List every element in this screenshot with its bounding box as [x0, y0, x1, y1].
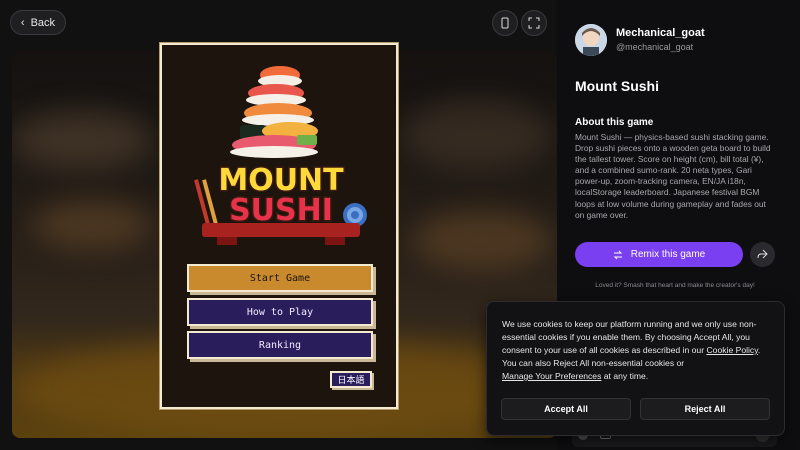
cookie-text: We use cookies to keep our platform runn… [502, 318, 770, 383]
back-button[interactable]: ‹ Back [10, 10, 66, 35]
creator-handle: @mechanical_goat [616, 42, 694, 52]
language-toggle-button[interactable]: 日本語 [330, 371, 372, 388]
avatar[interactable] [575, 24, 607, 56]
loved-it-text: Loved it? Smash that heart and make the … [595, 282, 755, 289]
back-button-label: Back [30, 16, 56, 29]
cookie-text-part-3: at any time. [603, 371, 649, 381]
game-title: Mount Sushi [575, 78, 659, 94]
swap-arrows-icon [613, 250, 622, 259]
game-canvas[interactable]: MOUNT SUSHI Start Game How to Play Ranki… [160, 43, 398, 409]
cookie-policy-link[interactable]: Cookie Policy [706, 345, 757, 355]
reject-all-button[interactable]: Reject All [640, 398, 770, 420]
share-button[interactable] [750, 242, 775, 267]
start-game-button[interactable]: Start Game [187, 264, 373, 292]
how-to-play-button[interactable]: How to Play [187, 298, 373, 326]
remix-button[interactable]: Remix this game [575, 242, 743, 267]
remix-button-label: Remix this game [630, 249, 706, 260]
accept-all-button[interactable]: Accept All [501, 398, 631, 420]
about-text: Mount Sushi — physics-based sushi stacki… [575, 132, 771, 220]
ranking-button[interactable]: Ranking [187, 331, 373, 359]
manage-preferences-link[interactable]: Manage Your Preferences [502, 371, 601, 381]
sushi-tower-illustration [230, 66, 318, 158]
expand-icon [528, 17, 540, 29]
fullscreen-button[interactable] [521, 10, 547, 36]
mobile-device-icon [501, 17, 509, 29]
chopsticks-illustration [194, 179, 218, 225]
share-icon [757, 249, 768, 259]
chevron-left-icon: ‹ [20, 16, 25, 29]
creator-username[interactable]: Mechanical_goat [616, 27, 705, 39]
mount-sushi-logo: MOUNT SUSHI [194, 66, 367, 245]
avatar-image [575, 24, 607, 56]
logo-line2: SUSHI [229, 193, 333, 228]
game-stage: ‹ Back MOUNT SUSHI Start Game How to Pla… [0, 0, 557, 450]
cookie-consent-dialog: We use cookies to keep our platform runn… [486, 301, 785, 436]
about-heading: About this game [575, 117, 654, 128]
mobile-view-button[interactable] [492, 10, 518, 36]
